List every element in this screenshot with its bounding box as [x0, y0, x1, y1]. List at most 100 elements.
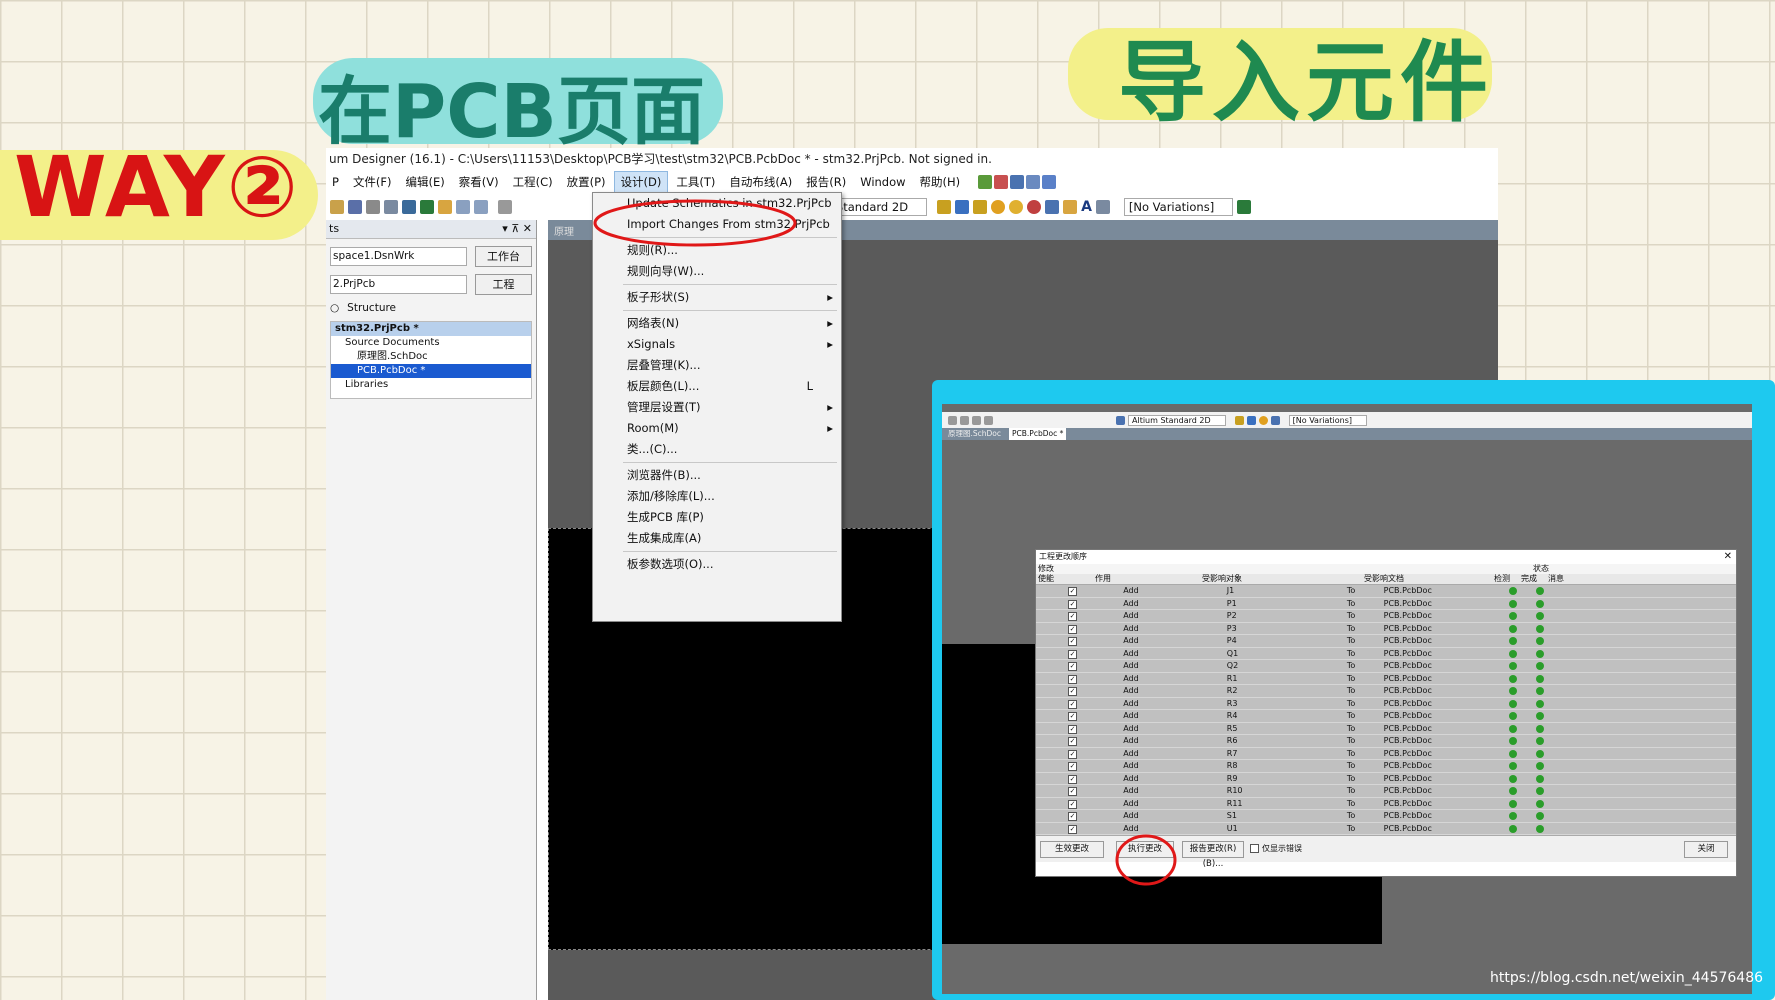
close-icon[interactable]: ✕ [1724, 550, 1736, 564]
close-button[interactable]: 关闭 [1684, 841, 1728, 858]
doc-tab[interactable]: 原理 [554, 223, 574, 238]
design-menu-item[interactable]: 板子形状(S) ▸ [593, 287, 841, 308]
toolbar-icon[interactable] [1010, 175, 1025, 189]
toolbar-icon[interactable] [978, 175, 993, 189]
design-menu-item[interactable]: 规则向导(W)... [593, 261, 841, 282]
tree-item-pcbdoc[interactable]: PCB.PcbDoc * [331, 364, 531, 378]
zoom-icon[interactable] [456, 200, 470, 214]
enable-checkbox[interactable]: ✓ [1068, 787, 1077, 796]
menu-place[interactable]: 放置(P) [561, 172, 612, 192]
enable-checkbox[interactable]: ✓ [1068, 824, 1077, 834]
column-header[interactable]: 消息 [1546, 574, 1728, 584]
workspace-field[interactable]: space1.DsnWrk [330, 247, 467, 266]
change-list[interactable]: ✓ Add J1 To PCB.PcbDoc ✓ Add P1 To PCB.PcbDoc ✓ Add… [1036, 585, 1736, 835]
change-row[interactable]: ✓ Add R6 To PCB.PcbDoc [1036, 735, 1736, 748]
enable-checkbox[interactable]: ✓ [1068, 699, 1077, 709]
toolbar-icon[interactable] [1026, 175, 1041, 189]
cut-icon[interactable] [498, 200, 512, 214]
board-icon[interactable] [420, 200, 434, 214]
change-row[interactable]: ✓ Add J1 To PCB.PcbDoc [1036, 585, 1736, 598]
column-header[interactable]: 完成 [1519, 574, 1546, 584]
enable-checkbox[interactable]: ✓ [1068, 812, 1077, 821]
variant-icon[interactable] [1237, 200, 1252, 214]
via-icon[interactable] [1009, 200, 1024, 214]
toolbar-icon[interactable] [1042, 175, 1057, 189]
report-changes-button[interactable]: 报告更改(R)(B)... [1182, 841, 1244, 869]
column-header[interactable]: 受影响文档 [1362, 574, 1492, 584]
design-menu-item[interactable]: 管理层设置(T) ▸ [593, 397, 841, 418]
enable-checkbox[interactable]: ✓ [1068, 724, 1077, 734]
design-menu-item[interactable]: 板参数选项(O)... [593, 554, 841, 575]
arc-icon[interactable] [1027, 200, 1042, 214]
column-header[interactable]: 使能 [1036, 574, 1093, 584]
design-menu-item[interactable]: xSignals ▸ [593, 334, 841, 355]
inset-variations-combo[interactable]: [No Variations] [1288, 414, 1367, 426]
design-menu-item[interactable]: 板层颜色(L)... L [593, 376, 841, 397]
validate-changes-button[interactable]: 生效更改 [1040, 841, 1104, 858]
menu-project[interactable]: 工程(C) [507, 172, 559, 192]
change-row[interactable]: ✓ Add R2 To PCB.PcbDoc [1036, 685, 1736, 698]
tree-item-project[interactable]: stm32.PrjPcb * [331, 322, 531, 336]
polygon-icon[interactable] [1063, 200, 1078, 214]
change-row[interactable]: ✓ Add R1 To PCB.PcbDoc [1036, 672, 1736, 685]
only-errors-checkbox[interactable] [1250, 844, 1259, 853]
enable-checkbox[interactable]: ✓ [1068, 649, 1077, 659]
tool-icon[interactable] [948, 415, 957, 425]
menu-edit[interactable]: 编辑(E) [400, 172, 451, 192]
enable-checkbox[interactable]: ✓ [1068, 799, 1077, 809]
enable-checkbox[interactable]: ✓ [1068, 674, 1077, 684]
menu-autoroute[interactable]: 自动布线(A) [723, 172, 798, 192]
diff-pair-icon[interactable] [973, 200, 988, 214]
menu-design[interactable]: 设计(D) [613, 171, 669, 193]
tool-icon[interactable] [972, 415, 981, 425]
change-row[interactable]: ✓ Add R11 To PCB.PcbDoc [1036, 797, 1736, 810]
print-icon[interactable] [366, 200, 380, 214]
tool-icon[interactable] [984, 415, 993, 425]
menu-view[interactable]: 察看(V) [453, 172, 505, 192]
folder-icon[interactable] [438, 200, 452, 214]
project-button[interactable]: 工程 [474, 274, 532, 295]
menu-window[interactable]: Window [854, 173, 911, 191]
change-row[interactable]: ✓ Add P3 To PCB.PcbDoc [1036, 622, 1736, 635]
interactive-route-icon[interactable] [955, 200, 970, 214]
variations-combo[interactable]: [No Variations] [1123, 198, 1234, 216]
column-header[interactable]: 受影响对象 [1200, 574, 1324, 584]
enable-checkbox[interactable]: ✓ [1068, 749, 1077, 759]
column-header[interactable]: 作用 [1093, 574, 1200, 584]
design-menu-item[interactable]: 添加/移除库(L)... [593, 486, 841, 507]
menu-tools[interactable]: 工具(T) [670, 172, 721, 192]
change-row[interactable]: ✓ Add S1 To PCB.PcbDoc [1036, 810, 1736, 823]
enable-checkbox[interactable]: ✓ [1068, 624, 1077, 634]
panel-controls[interactable]: ▾ ⊼ ✕ [502, 220, 536, 238]
enable-checkbox[interactable]: ✓ [1068, 687, 1077, 696]
menu-p[interactable]: P [326, 173, 345, 191]
design-menu-item[interactable]: Room(M) ▸ [593, 418, 841, 439]
preview-icon[interactable] [384, 200, 398, 214]
menu-file[interactable]: 文件(F) [347, 172, 398, 192]
enable-checkbox[interactable]: ✓ [1068, 762, 1077, 771]
enable-checkbox[interactable]: ✓ [1068, 599, 1077, 609]
enable-checkbox[interactable]: ✓ [1068, 737, 1077, 746]
menu-reports[interactable]: 报告(R) [800, 172, 852, 192]
structure-radio[interactable]: ○ [330, 302, 339, 314]
design-menu-item[interactable]: 生成PCB 库(P) [593, 507, 841, 528]
change-row[interactable]: ✓ Add P2 To PCB.PcbDoc [1036, 610, 1736, 623]
tool-icon[interactable] [1258, 415, 1268, 425]
change-row[interactable]: ✓ Add P1 To PCB.PcbDoc [1036, 597, 1736, 610]
tool-icon[interactable] [1116, 415, 1125, 425]
enable-checkbox[interactable]: ✓ [1068, 612, 1077, 621]
change-row[interactable]: ✓ Add R9 To PCB.PcbDoc [1036, 772, 1736, 785]
enable-checkbox[interactable]: ✓ [1068, 774, 1077, 784]
change-row[interactable]: ✓ Add Q2 To PCB.PcbDoc [1036, 660, 1736, 673]
layers-icon[interactable] [402, 200, 416, 214]
change-row[interactable]: ✓ Add R10 To PCB.PcbDoc [1036, 785, 1736, 798]
tool-icon[interactable] [1246, 415, 1256, 425]
menu-help[interactable]: 帮助(H) [914, 172, 967, 192]
text-icon[interactable]: A [1081, 199, 1092, 215]
change-row[interactable]: ✓ Add R3 To PCB.PcbDoc [1036, 697, 1736, 710]
zoom-fit-icon[interactable] [474, 200, 488, 214]
tool-icon[interactable] [1270, 415, 1280, 425]
enable-checkbox[interactable]: ✓ [1068, 662, 1077, 671]
change-row[interactable]: ✓ Add Q1 To PCB.PcbDoc [1036, 647, 1736, 660]
column-header[interactable]: 检测 [1492, 574, 1519, 584]
